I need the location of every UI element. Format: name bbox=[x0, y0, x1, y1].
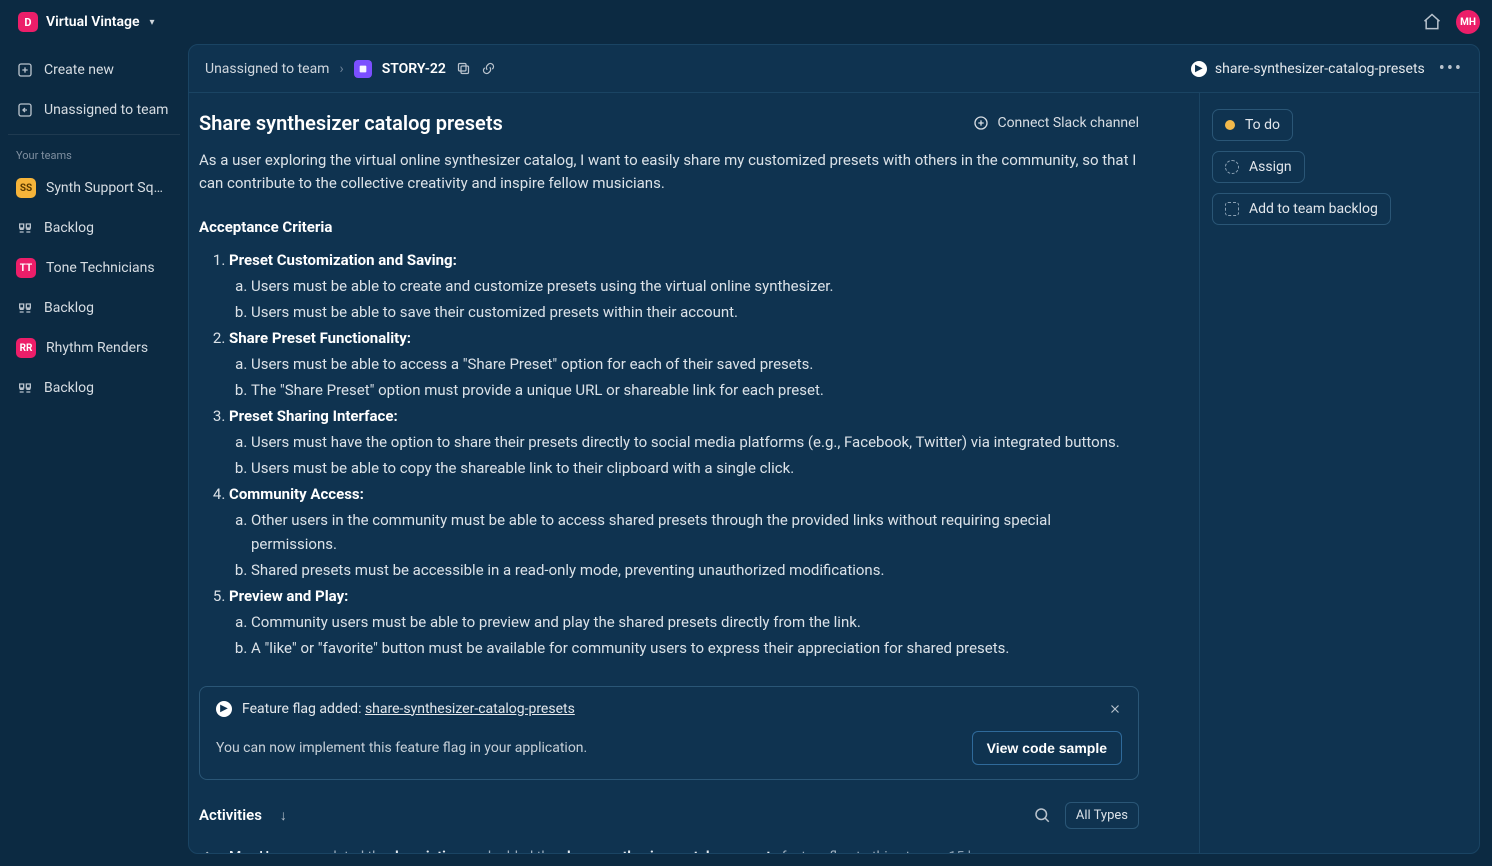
assign-button[interactable]: Assign bbox=[1212, 151, 1305, 183]
ac-item: Users must be able to access a "Share Pr… bbox=[251, 352, 1139, 376]
flag-icon: ▶ bbox=[1191, 61, 1207, 77]
team-badge: SS bbox=[16, 178, 36, 198]
acceptance-criteria-list: Preset Customization and Saving: Users mu… bbox=[199, 248, 1139, 660]
sidebar-item-label: Synth Support Sq… bbox=[46, 180, 163, 196]
sidebar-item-label: Backlog bbox=[44, 220, 94, 236]
copy-link-icon[interactable] bbox=[481, 61, 496, 76]
ac-section-title: Share Preset Functionality: bbox=[229, 329, 411, 347]
sidebar-teams-heading: Your teams bbox=[8, 139, 180, 168]
backlog-icon bbox=[16, 220, 34, 236]
sidebar-item-label: Unassigned to team bbox=[44, 102, 168, 118]
flag-banner-sub: You can now implement this feature flag … bbox=[216, 740, 587, 756]
ac-item: Shared presets must be accessible in a r… bbox=[251, 558, 1139, 582]
ac-section-title: Community Access: bbox=[229, 485, 364, 503]
status-pill[interactable]: To do bbox=[1212, 109, 1293, 141]
sidebar-team-synth-support[interactable]: SS Synth Support Sq… bbox=[8, 168, 180, 208]
acceptance-criteria-heading: Acceptance Criteria bbox=[199, 218, 1139, 236]
feature-flag-banner: ▶ Feature flag added: share-synthesizer-… bbox=[199, 686, 1139, 780]
flag-banner-prefix: Feature flag added: bbox=[242, 701, 365, 717]
ac-section-title: Preset Customization and Saving: bbox=[229, 251, 457, 269]
more-menu-icon[interactable]: ••• bbox=[1439, 58, 1463, 79]
activities-heading: Activities bbox=[199, 806, 262, 824]
feature-flag-name: share-synthesizer-catalog-presets bbox=[1215, 61, 1425, 77]
sidebar-backlog-synth-support[interactable]: Backlog bbox=[8, 208, 180, 248]
story-id[interactable]: STORY-22 bbox=[382, 61, 446, 77]
inbox-icon bbox=[16, 102, 34, 118]
ac-item: Users must be able to save their customi… bbox=[251, 300, 1139, 324]
connect-slack-label: Connect Slack channel bbox=[997, 115, 1139, 131]
story-title[interactable]: Share synthesizer catalog presets bbox=[199, 111, 503, 135]
status-dot-icon bbox=[1225, 120, 1235, 130]
sidebar-item-label: Create new bbox=[44, 62, 114, 78]
assignee-placeholder-icon bbox=[1225, 160, 1239, 174]
story-type-icon bbox=[354, 60, 372, 78]
team-badge: TT bbox=[16, 258, 36, 278]
feature-flag-chip[interactable]: ▶ share-synthesizer-catalog-presets bbox=[1191, 61, 1425, 77]
assign-label: Assign bbox=[1249, 159, 1292, 175]
sidebar: Create new Unassigned to team Your teams… bbox=[0, 44, 188, 866]
status-label: To do bbox=[1245, 117, 1280, 133]
ac-item: Community users must be able to preview … bbox=[251, 610, 1139, 634]
sidebar-backlog-rhythm-renders[interactable]: Backlog bbox=[8, 368, 180, 408]
sidebar-create-new[interactable]: Create new bbox=[8, 50, 180, 90]
search-icon[interactable] bbox=[1033, 806, 1051, 824]
story-description[interactable]: As a user exploring the virtual online s… bbox=[199, 149, 1139, 196]
ac-section-title: Preview and Play: bbox=[229, 587, 348, 605]
breadcrumb: Unassigned to team › STORY-22 bbox=[205, 60, 496, 78]
sidebar-backlog-tone-technicians[interactable]: Backlog bbox=[8, 288, 180, 328]
flag-icon: ▶ bbox=[216, 701, 232, 717]
user-avatar[interactable]: MH bbox=[1456, 10, 1480, 34]
edit-icon bbox=[199, 847, 217, 854]
sidebar-item-label: Rhythm Renders bbox=[46, 340, 148, 356]
home-icon[interactable] bbox=[1422, 12, 1442, 32]
chevron-right-icon: › bbox=[339, 61, 343, 77]
sidebar-team-rhythm-renders[interactable]: RR Rhythm Renders bbox=[8, 328, 180, 368]
ac-item: Users must be able to copy the shareable… bbox=[251, 456, 1139, 480]
sidebar-item-label: Tone Technicians bbox=[46, 260, 155, 276]
ac-item: Users must be able to create and customi… bbox=[251, 274, 1139, 298]
ac-section-title: Preset Sharing Interface: bbox=[229, 407, 398, 425]
add-to-backlog-button[interactable]: Add to team backlog bbox=[1212, 193, 1391, 225]
ac-item: Other users in the community must be abl… bbox=[251, 508, 1139, 556]
sidebar-item-label: Backlog bbox=[44, 300, 94, 316]
ac-item: The "Share Preset" option must provide a… bbox=[251, 378, 1139, 402]
close-icon[interactable] bbox=[1108, 702, 1122, 716]
ac-item: A "like" or "favorite" button must be av… bbox=[251, 636, 1139, 660]
create-icon bbox=[16, 62, 34, 78]
activity-types-filter[interactable]: All Types bbox=[1065, 802, 1139, 829]
story-sidebar: To do Assign Add to team backlog bbox=[1199, 93, 1479, 853]
workspace-name: Virtual Vintage bbox=[46, 14, 140, 30]
workspace-switcher[interactable]: D Virtual Vintage ▾ bbox=[12, 8, 161, 36]
backlog-icon bbox=[16, 380, 34, 396]
ac-item: Users must have the option to share thei… bbox=[251, 430, 1139, 454]
view-code-sample-button[interactable]: View code sample bbox=[972, 731, 1122, 765]
copy-id-icon[interactable] bbox=[456, 61, 471, 76]
sidebar-item-label: Backlog bbox=[44, 380, 94, 396]
chevron-down-icon: ▾ bbox=[150, 17, 155, 28]
connect-slack-button[interactable]: Connect Slack channel bbox=[973, 115, 1139, 131]
backlog-placeholder-icon bbox=[1225, 202, 1239, 216]
sidebar-team-tone-technicians[interactable]: TT Tone Technicians bbox=[8, 248, 180, 288]
workspace-badge: D bbox=[18, 12, 38, 32]
activity-item: Max Harmon updated the description, and … bbox=[199, 841, 1139, 854]
breadcrumb-team[interactable]: Unassigned to team bbox=[205, 61, 329, 77]
team-badge: RR bbox=[16, 338, 36, 358]
add-to-backlog-label: Add to team backlog bbox=[1249, 201, 1378, 217]
backlog-icon bbox=[16, 300, 34, 316]
sidebar-unassigned[interactable]: Unassigned to team bbox=[8, 90, 180, 130]
flag-banner-link[interactable]: share-synthesizer-catalog-presets bbox=[365, 701, 575, 717]
sort-icon[interactable]: ↓ bbox=[280, 807, 287, 824]
